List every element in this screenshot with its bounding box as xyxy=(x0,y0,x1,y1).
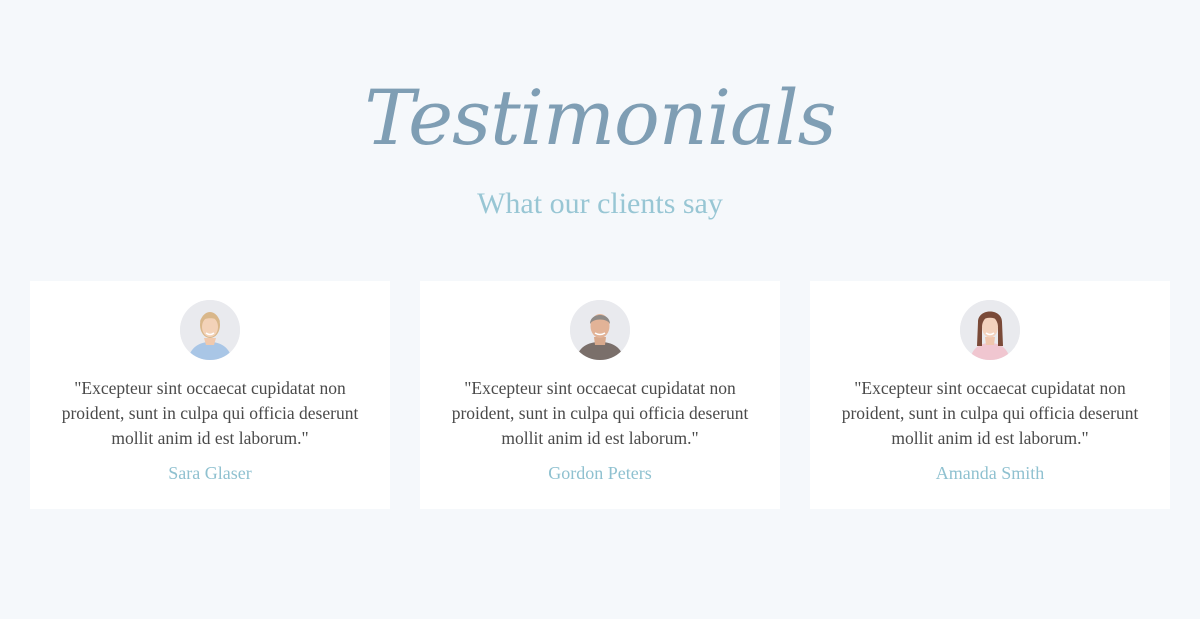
section-subtitle: What our clients say xyxy=(477,187,723,220)
testimonial-card: "Excepteur sint occaecat cupidatat non p… xyxy=(810,281,1170,509)
avatar xyxy=(180,300,240,360)
testimonial-author: Sara Glaser xyxy=(168,463,252,483)
testimonial-author: Amanda Smith xyxy=(935,463,1045,483)
woman-brunette-avatar-icon xyxy=(960,300,1020,360)
testimonial-quote: "Excepteur sint occaecat cupidatat non p… xyxy=(841,378,1139,448)
man-gray-hair-avatar-icon xyxy=(570,300,630,360)
woman-blonde-avatar-icon xyxy=(180,300,240,360)
testimonial-quote: "Excepteur sint occaecat cupidatat non p… xyxy=(61,378,359,448)
testimonial-author: Gordon Peters xyxy=(548,463,652,483)
testimonials-section: Testimonials What our clients say "Excep… xyxy=(0,0,1200,619)
testimonial-cards: "Excepteur sint occaecat cupidatat non p… xyxy=(30,281,1170,509)
section-title: Testimonials xyxy=(364,73,836,162)
testimonial-card: "Excepteur sint occaecat cupidatat non p… xyxy=(420,281,780,509)
testimonial-card: "Excepteur sint occaecat cupidatat non p… xyxy=(30,281,390,509)
testimonial-quote: "Excepteur sint occaecat cupidatat non p… xyxy=(451,378,749,448)
avatar xyxy=(960,300,1020,360)
avatar xyxy=(570,300,630,360)
